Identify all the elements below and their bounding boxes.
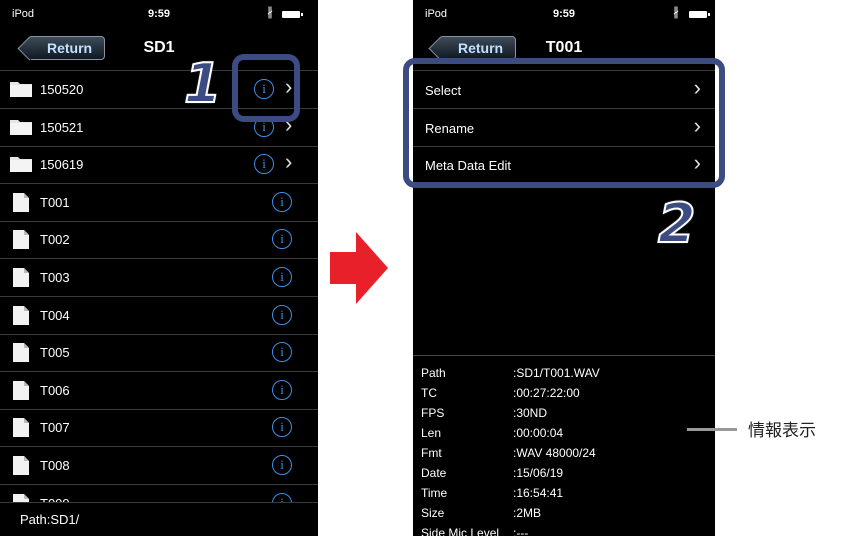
list-item-label: 150521: [40, 119, 84, 135]
list-item-label: T006: [40, 382, 70, 398]
battery-icon: [689, 11, 710, 18]
arrow-right-icon: [330, 232, 388, 304]
file-icon: [13, 380, 29, 405]
list-item[interactable]: 150619 i ›: [0, 146, 318, 185]
status-bar: iPod 9:59 ∦: [0, 0, 318, 26]
info-value: :30ND: [513, 406, 548, 420]
info-icon[interactable]: i: [272, 379, 292, 400]
info-key: Time: [421, 486, 448, 500]
file-icon: [13, 268, 29, 292]
info-value: :SD1/T001.WAV: [513, 366, 600, 380]
info-icon[interactable]: i: [272, 267, 292, 287]
bluetooth-icon: ∦: [673, 5, 679, 19]
info-icon[interactable]: i: [272, 229, 292, 250]
list-item[interactable]: T002 i: [0, 221, 318, 260]
clock: 9:59: [552, 8, 576, 20]
file-icon: [13, 192, 29, 217]
list-item-label: T001: [40, 194, 70, 210]
chevron-right-icon: ›: [285, 149, 293, 175]
step2-highlight: [403, 58, 725, 188]
list-item-label: T007: [40, 420, 70, 436]
list-item[interactable]: T007 i: [0, 409, 318, 448]
info-key: Side Mic Level: [421, 526, 500, 536]
list-item[interactable]: T003 i: [0, 259, 318, 297]
file-info-panel: Path :SD1/T001.WAV TC :00:27:22:00 FPS :30ND L…: [413, 355, 715, 536]
path-text: Path:SD1/: [20, 512, 80, 527]
info-icon[interactable]: i: [254, 154, 274, 175]
info-key: FPS: [421, 406, 445, 420]
info-key: Path: [421, 366, 446, 380]
info-key: Fmt: [421, 446, 442, 460]
info-value: :WAV 48000/24: [513, 446, 596, 460]
file-icon: [13, 343, 29, 367]
info-icon[interactable]: i: [272, 417, 292, 438]
list-item[interactable]: T008 i: [0, 447, 318, 485]
file-icon: [13, 305, 29, 330]
info-display-label: 情報表示: [748, 421, 816, 441]
battery-icon: [282, 11, 303, 18]
folder-icon: [10, 118, 32, 140]
step1-highlight: [232, 54, 300, 122]
info-leader-line: [687, 428, 737, 431]
step1-number: 1: [183, 51, 223, 116]
page-title: T001: [545, 39, 583, 56]
list-item-label: T003: [40, 270, 70, 285]
folder-icon: [10, 80, 32, 102]
info-key: TC: [421, 386, 437, 400]
info-icon[interactable]: i: [272, 191, 292, 212]
info-value: :15/06/19: [513, 466, 564, 480]
list-item[interactable]: T001 i: [0, 184, 318, 222]
file-icon: [13, 230, 29, 254]
list-item-label: T004: [40, 307, 70, 323]
info-value: :2MB: [513, 506, 542, 520]
info-icon[interactable]: i: [272, 304, 292, 325]
list-item[interactable]: T006 i: [0, 372, 318, 410]
info-key: Date: [421, 466, 447, 480]
info-key: Size: [421, 506, 445, 520]
info-value: :16:54:41: [513, 486, 564, 500]
file-icon: [13, 418, 29, 442]
bluetooth-icon: ∦: [267, 5, 273, 19]
list-item-label: 150520: [40, 82, 84, 97]
list-item-label: 150619: [40, 157, 84, 173]
list-item[interactable]: T004 i: [0, 297, 318, 335]
folder-icon: [10, 155, 32, 177]
step2-number: 2: [657, 191, 697, 256]
info-value: :---: [513, 526, 529, 536]
info-value: :00:00:04: [513, 426, 564, 440]
list-item-label: T005: [40, 345, 70, 361]
file-icon: [13, 456, 29, 480]
list-item[interactable]: T005 i: [0, 334, 318, 373]
list-item-label: T002: [40, 232, 70, 248]
list-item-label: T008: [40, 458, 70, 473]
info-icon[interactable]: i: [272, 342, 292, 363]
info-key: Len: [421, 426, 442, 440]
info-icon[interactable]: i: [272, 455, 292, 475]
path-footer: Path:SD1/: [0, 502, 318, 536]
status-bar: iPod 9:59 ∦: [413, 0, 715, 26]
info-value: :00:27:22:00: [513, 386, 580, 400]
